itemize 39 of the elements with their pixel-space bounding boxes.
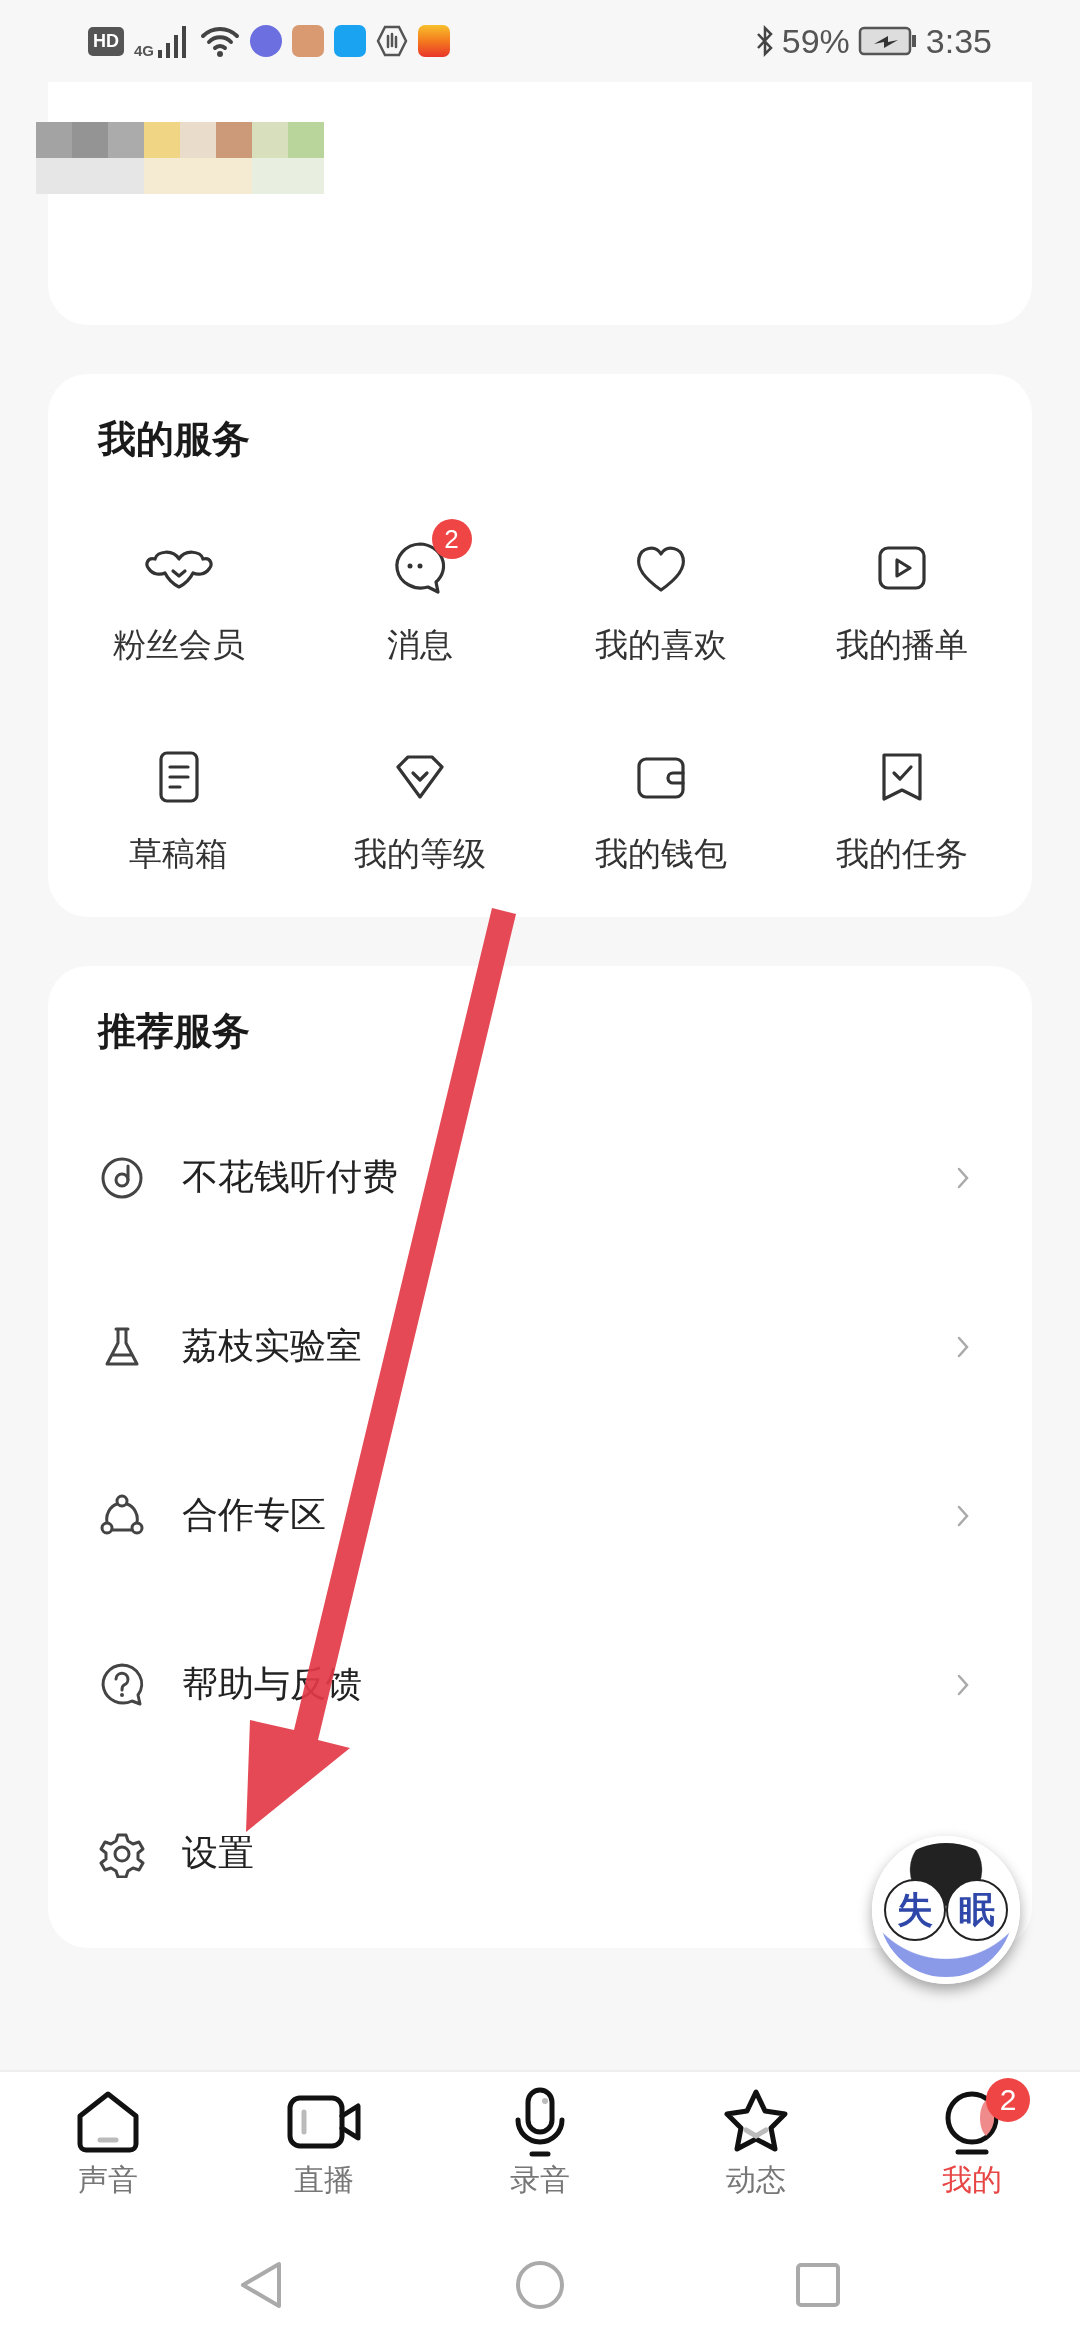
service-item[interactable]: 草稿箱 xyxy=(58,724,299,877)
service-item[interactable]: 我的任务 xyxy=(781,724,1022,877)
notification-badge: 2 xyxy=(431,519,472,559)
avatar-text: 失 xyxy=(884,1879,946,1941)
avatar-text: 眠 xyxy=(946,1879,1008,1941)
music-app-icon xyxy=(250,25,282,57)
search-app-icon xyxy=(334,25,366,57)
hd-icon: HD xyxy=(88,26,124,56)
wifi-icon xyxy=(200,25,240,57)
section-title: 我的服务 xyxy=(98,416,251,463)
menu-item[interactable]: 合作专区 xyxy=(98,1431,982,1600)
notification-badge: 2 xyxy=(986,2078,1030,2122)
service-item[interactable]: 我的等级 xyxy=(299,724,540,877)
section-title: 推荐服务 xyxy=(98,1008,251,1055)
menu-label: 荔枝实验室 xyxy=(182,1324,363,1368)
battery-percentage: 59% xyxy=(781,21,850,61)
service-item[interactable]: 我的喜欢 xyxy=(540,515,781,668)
service-item[interactable]: 2 消息 xyxy=(299,515,540,668)
service-item[interactable]: 我的播单 xyxy=(781,515,1022,668)
menu-item[interactable]: 不花钱听付费 xyxy=(98,1093,982,1262)
network-type: 4G xyxy=(134,41,154,59)
menu-item[interactable]: 设置 xyxy=(98,1769,254,1938)
menu-item[interactable]: 荔枝实验室 xyxy=(98,1262,982,1431)
menu-label: 不花钱听付费 xyxy=(182,1155,399,1199)
nav-tab[interactable]: 直播 xyxy=(216,2072,432,2232)
menu-label: 设置 xyxy=(182,1831,254,1875)
recents-icon[interactable] xyxy=(795,2262,841,2308)
nav-tab[interactable]: 录音 xyxy=(432,2072,648,2232)
home-button-icon[interactable] xyxy=(515,2260,565,2310)
battery-charging-icon xyxy=(857,26,918,56)
service-item[interactable]: 我的钱包 xyxy=(540,724,781,877)
nav-tab[interactable]: 声音 xyxy=(0,2072,216,2232)
nav-tab[interactable]: 动态 xyxy=(648,2072,864,2232)
service-item[interactable]: 粉丝会员 xyxy=(58,515,299,668)
bluetooth-icon xyxy=(755,25,774,57)
clock: 3:35 xyxy=(925,21,992,61)
app-icon xyxy=(418,25,450,57)
menu-label: 合作专区 xyxy=(182,1493,327,1537)
chat-app-icon xyxy=(292,25,324,57)
